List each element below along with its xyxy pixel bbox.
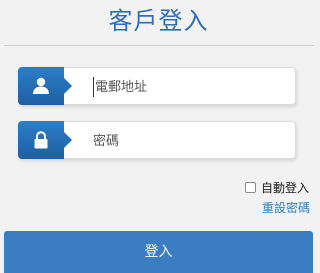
reset-password-link[interactable]: 重設密碼 — [262, 199, 310, 216]
email-input[interactable] — [93, 77, 285, 97]
password-field[interactable] — [18, 121, 296, 159]
remember-me[interactable]: 自動登入 — [245, 179, 309, 195]
password-icon-tab — [18, 121, 72, 159]
page-title: 客戶登入 — [108, 7, 209, 35]
email-icon-tab — [18, 67, 72, 105]
password-input[interactable] — [93, 131, 283, 151]
remember-checkbox[interactable] — [245, 181, 256, 193]
email-field[interactable] — [18, 67, 296, 105]
remember-label: 自動登入 — [261, 180, 310, 195]
login-button[interactable]: 登入 — [4, 231, 313, 273]
title-divider — [4, 45, 314, 46]
